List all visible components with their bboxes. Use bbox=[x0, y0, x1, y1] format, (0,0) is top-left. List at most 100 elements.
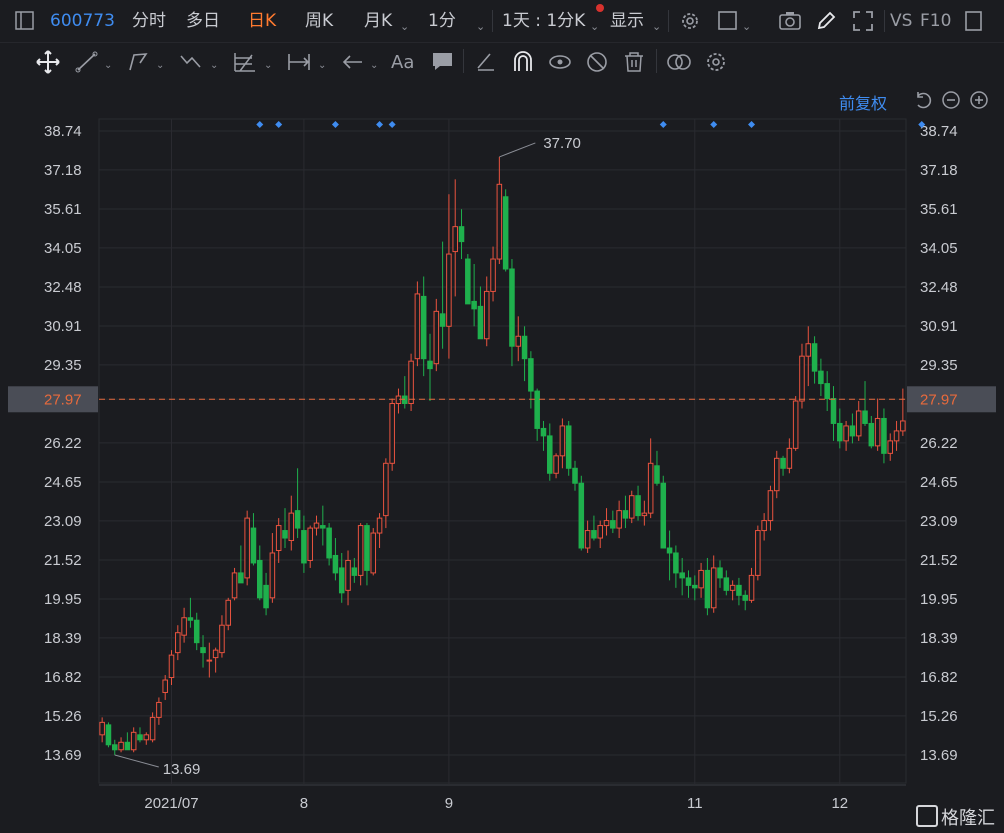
candle-body-up bbox=[143, 734, 150, 741]
price-tag-left-text: 27.97 bbox=[44, 391, 82, 408]
candle bbox=[477, 286, 484, 340]
divider bbox=[656, 49, 657, 73]
panel-toggle-icon[interactable] bbox=[15, 11, 35, 31]
candle bbox=[855, 401, 862, 441]
candlestick-chart[interactable]: 38.74 37.18 35.61 34.05 32.48 30.91 29.35 26.22… bbox=[0, 82, 1004, 833]
chevron-down-icon[interactable]: ⌄ bbox=[590, 15, 599, 39]
tab-daily-k[interactable]: 日K bbox=[248, 9, 276, 33]
pencil-icon[interactable] bbox=[815, 10, 837, 32]
period-select[interactable]: 1天 : 1分K bbox=[502, 9, 585, 33]
fullscreen-icon[interactable] bbox=[852, 10, 874, 32]
vs-button[interactable]: VS bbox=[890, 9, 912, 33]
candle-body-up bbox=[893, 430, 900, 442]
candle-body-up bbox=[710, 567, 717, 609]
f10-button[interactable]: F10 bbox=[920, 9, 951, 33]
settings-icon[interactable] bbox=[703, 49, 729, 75]
candle-body-down bbox=[811, 343, 818, 372]
tab-monthly-k[interactable]: 月K bbox=[364, 9, 392, 33]
candle bbox=[786, 438, 793, 474]
plot-frame bbox=[98, 118, 907, 784]
chevron-down-icon[interactable]: ⌄ bbox=[400, 15, 409, 39]
candle bbox=[742, 590, 749, 611]
comment-icon[interactable] bbox=[430, 49, 456, 75]
candle-body-down bbox=[332, 554, 339, 574]
candle bbox=[143, 732, 150, 745]
candle-body-down bbox=[420, 295, 427, 360]
chevron-down-icon[interactable]: ⌄ bbox=[652, 15, 661, 39]
range-icon[interactable] bbox=[286, 49, 312, 75]
y-tick-label-left: 30.91 bbox=[44, 318, 82, 335]
candle-body-down bbox=[591, 530, 597, 539]
candle-body-up bbox=[212, 649, 219, 659]
polyline-icon[interactable] bbox=[126, 49, 152, 75]
y-tick-label-left: 34.05 bbox=[44, 240, 82, 257]
candle-body-up bbox=[376, 517, 383, 534]
candle-body-up bbox=[244, 517, 250, 579]
candle bbox=[761, 513, 767, 541]
candle-body-up bbox=[887, 440, 894, 454]
fib-grid-icon[interactable] bbox=[232, 49, 258, 75]
stock-code[interactable]: 600773 bbox=[50, 9, 115, 33]
candle-body-down bbox=[704, 569, 711, 609]
candle bbox=[509, 259, 515, 367]
min-leader bbox=[114, 754, 159, 768]
candle bbox=[111, 739, 118, 755]
candle-body-up bbox=[130, 731, 137, 751]
arrow-left-icon[interactable] bbox=[340, 49, 366, 75]
candle bbox=[175, 625, 181, 661]
candle-body-down bbox=[301, 530, 307, 564]
candle bbox=[572, 460, 578, 491]
wave-icon[interactable] bbox=[178, 49, 204, 75]
candle-body-down bbox=[837, 422, 843, 442]
candle bbox=[206, 642, 213, 678]
candle-body-down bbox=[250, 527, 257, 564]
candle bbox=[219, 615, 225, 658]
candle bbox=[780, 455, 786, 476]
candle bbox=[635, 485, 641, 521]
candle-body-down bbox=[780, 457, 786, 469]
magnet-icon[interactable] bbox=[510, 49, 536, 75]
candle bbox=[357, 523, 364, 586]
candle bbox=[893, 420, 900, 451]
chevron-down-icon[interactable]: ⌄ bbox=[742, 15, 751, 39]
display-menu[interactable]: 显示 bbox=[610, 9, 644, 33]
event-markers[interactable] bbox=[256, 121, 926, 128]
hide-icon[interactable] bbox=[584, 49, 610, 75]
candle-body-down bbox=[654, 465, 660, 484]
layout-icon[interactable] bbox=[717, 10, 739, 32]
candle-body-up bbox=[149, 716, 156, 741]
eye-icon[interactable] bbox=[547, 49, 573, 75]
camera-icon[interactable] bbox=[778, 10, 802, 32]
text-icon[interactable]: Aa bbox=[391, 52, 414, 73]
candle-body-down bbox=[660, 482, 667, 549]
candle-body-up bbox=[799, 355, 805, 402]
candle-body-up bbox=[307, 527, 313, 561]
window-icon[interactable] bbox=[963, 10, 985, 32]
candle-body-down bbox=[736, 584, 742, 596]
line-draw-icon[interactable] bbox=[74, 49, 100, 75]
candle-body-up bbox=[313, 522, 320, 529]
trash-icon[interactable] bbox=[621, 49, 647, 75]
y-tick-label-right: 26.22 bbox=[920, 435, 958, 452]
candle bbox=[824, 371, 830, 411]
tab-multi-day[interactable]: 多日 bbox=[186, 9, 220, 33]
overlay-icon[interactable] bbox=[666, 49, 692, 75]
candle bbox=[610, 510, 616, 534]
candle-body-up bbox=[414, 293, 421, 360]
candle bbox=[811, 336, 818, 384]
candle bbox=[389, 398, 395, 471]
chevron-down-icon[interactable]: ⌄ bbox=[476, 15, 485, 39]
candle bbox=[818, 358, 824, 397]
tab-minute[interactable]: 1分 bbox=[428, 9, 456, 33]
candle bbox=[294, 468, 301, 539]
candle-body-down bbox=[471, 300, 477, 310]
divider bbox=[492, 10, 493, 32]
tab-weekly-k[interactable]: 周K bbox=[305, 9, 333, 33]
move-icon[interactable] bbox=[35, 49, 61, 75]
eraser-icon[interactable] bbox=[473, 49, 499, 75]
tab-intraday[interactable]: 分时 bbox=[132, 9, 166, 33]
y-tick-label-right: 37.18 bbox=[920, 162, 958, 179]
candle bbox=[710, 555, 717, 613]
settings-icon[interactable] bbox=[679, 10, 701, 32]
candle-body-up bbox=[515, 335, 522, 347]
